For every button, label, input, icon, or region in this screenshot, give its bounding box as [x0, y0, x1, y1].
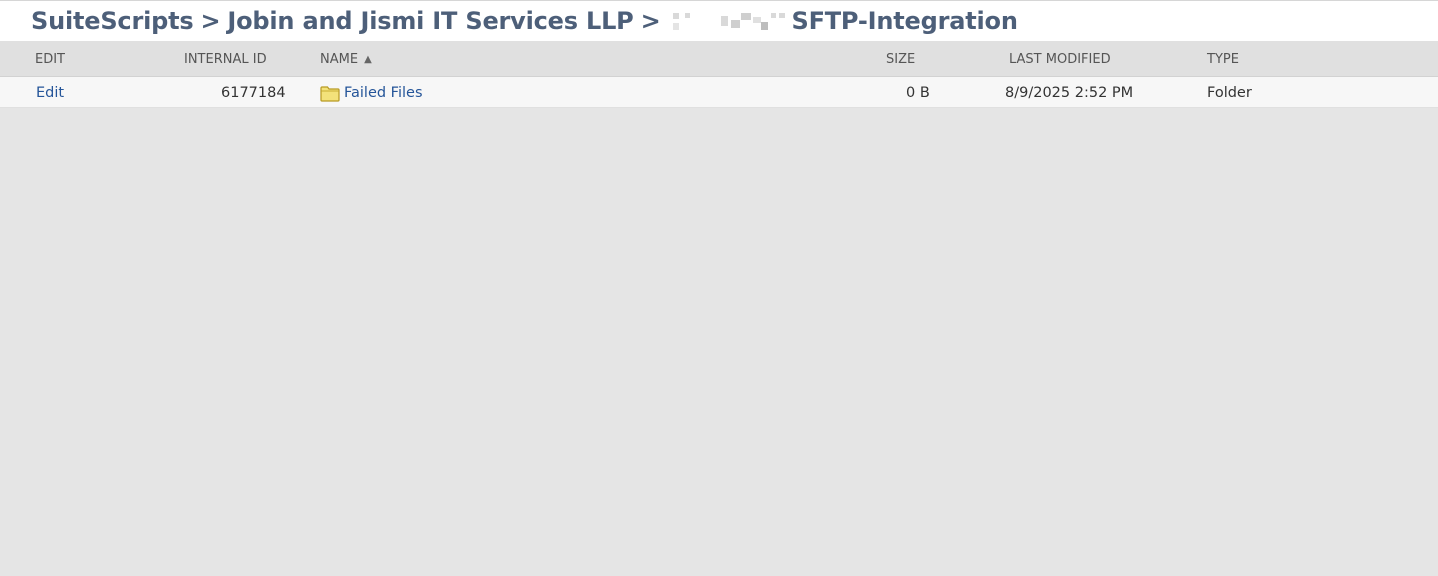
- breadcrumb-current: SFTP-Integration: [791, 7, 1018, 35]
- size-cell: 0 B: [906, 85, 930, 101]
- column-header-size[interactable]: SIZE: [886, 41, 915, 76]
- file-cabinet-page: SuiteScripts > Jobin and Jismi IT Servic…: [0, 0, 1438, 576]
- column-header-edit: EDIT: [35, 52, 65, 67]
- column-header-type[interactable]: TYPE: [1207, 41, 1239, 76]
- folder-name-link[interactable]: Failed Files: [344, 85, 423, 101]
- sort-ascending-icon: ▲: [364, 54, 372, 65]
- internal-id-cell: 6177184: [221, 85, 286, 101]
- breadcrumb: SuiteScripts > Jobin and Jismi IT Servic…: [31, 7, 1018, 35]
- breadcrumb-separator: >: [200, 7, 221, 35]
- name-cell: Failed Files: [320, 77, 423, 108]
- redacted-breadcrumb-segment: [669, 10, 787, 32]
- column-header-name[interactable]: NAME ▲: [320, 41, 372, 76]
- column-header-name-label: NAME: [320, 52, 359, 67]
- column-header-last-modified[interactable]: LAST MODIFIED: [1009, 41, 1111, 76]
- breadcrumb-root[interactable]: SuiteScripts: [31, 7, 194, 35]
- type-cell: Folder: [1207, 85, 1252, 101]
- column-header-internal-id[interactable]: INTERNAL ID: [184, 41, 267, 76]
- breadcrumb-company[interactable]: Jobin and Jismi IT Services LLP: [227, 7, 633, 35]
- table-header: EDIT INTERNAL ID NAME ▲ SIZE LAST MODIFIE…: [0, 41, 1438, 77]
- table-row: Edit 6177184 Failed Files 0 B 8/9/2025 2…: [0, 77, 1438, 108]
- last-modified-cell: 8/9/2025 2:52 PM: [1005, 85, 1134, 101]
- edit-link[interactable]: Edit: [36, 77, 64, 108]
- breadcrumb-separator: >: [640, 7, 661, 35]
- folder-icon: [320, 82, 340, 102]
- title-bar: SuiteScripts > Jobin and Jismi IT Servic…: [0, 0, 1438, 41]
